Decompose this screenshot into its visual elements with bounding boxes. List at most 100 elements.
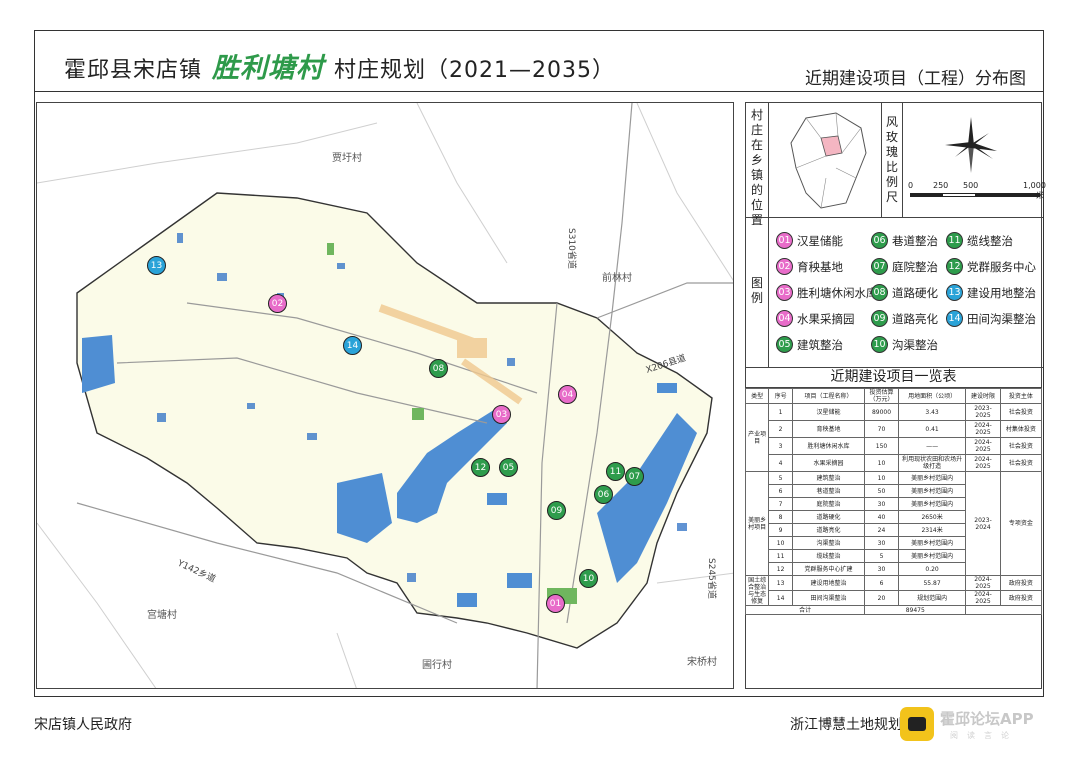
marker-02[interactable]: 02 xyxy=(268,294,287,313)
legend-label: 胜利塘休闲水库 xyxy=(797,285,878,300)
legend-item-03: 03 胜利塘休闲水库 xyxy=(776,284,878,301)
marker-01[interactable]: 01 xyxy=(546,594,565,613)
legend-badge: 07 xyxy=(871,258,888,275)
title-prefix: 霍邱县宋店镇 xyxy=(64,58,203,83)
legend-badge: 11 xyxy=(946,232,963,249)
location-label: 村庄在乡镇的位置 xyxy=(750,108,763,227)
marker-09[interactable]: 09 xyxy=(547,501,566,520)
marker-10[interactable]: 10 xyxy=(579,569,598,588)
legend-badge: 04 xyxy=(776,310,793,327)
legend-badge: 10 xyxy=(871,336,888,353)
legend-badge: 02 xyxy=(776,258,793,275)
marker-08[interactable]: 08 xyxy=(429,359,448,378)
legend-item-06: 06 巷道整治 xyxy=(871,232,938,249)
marker-05[interactable]: 05 xyxy=(499,458,518,477)
legend-item-07: 07 庭院整治 xyxy=(871,258,938,275)
legend-badge: 14 xyxy=(946,310,963,327)
legend-badge: 03 xyxy=(776,284,793,301)
footer-issuer: 宋店镇人民政府 xyxy=(34,717,132,733)
app-logo-icon[interactable] xyxy=(900,707,934,741)
legend-label: 道路亮化 xyxy=(892,311,938,326)
table-header: 建设时限 xyxy=(965,388,1001,404)
legend-badge: 05 xyxy=(776,336,793,353)
legend-item-14: 14 田间沟渠整治 xyxy=(946,310,1036,327)
map-subtitle: 近期建设项目（工程）分布图 xyxy=(805,69,1026,89)
legend-label: 道路硬化 xyxy=(892,285,938,300)
road-s310: S310省道 xyxy=(566,228,578,269)
legend-item-13: 13 建设用地整治 xyxy=(946,284,1036,301)
table-title: 近期建设项目一览表 xyxy=(745,366,1042,388)
table-header: 项目（工程名称） xyxy=(791,388,866,404)
legend-label: 田间沟渠整治 xyxy=(967,311,1036,326)
watermark-app-name: 霍邱论坛APP xyxy=(940,710,1034,728)
legend-title: 图例 xyxy=(750,276,763,305)
legend-label: 缆线整治 xyxy=(967,233,1013,248)
road-s245: S245省道 xyxy=(706,558,718,599)
legend-item-08: 08 道路硬化 xyxy=(871,284,938,301)
wind-scale-label: 风玫瑰比例尺 xyxy=(885,115,898,204)
table-header: 用地面积（公顷） xyxy=(897,388,967,404)
table-row: 3 胜利塘休闲水库 150 —— 2024-2025 社会投资 xyxy=(746,437,1043,455)
legend-label: 沟渠整治 xyxy=(892,337,938,352)
legend-label: 巷道整治 xyxy=(892,233,938,248)
legend-row: 图例 01 汉星储能 02 育秧基地 03 胜利塘休闲水库 04 水果采摘园 05 建筑整治 06 巷… xyxy=(746,218,1043,368)
marker-03[interactable]: 03 xyxy=(492,405,511,424)
legend-item-05: 05 建筑整治 xyxy=(776,336,843,353)
title-bar: 霍邱县宋店镇 胜利塘村 村庄规划（2021—2035） 近期建设项目（工程）分布图 xyxy=(34,30,1044,92)
marker-13[interactable]: 13 xyxy=(147,256,166,275)
table-row: 14 田间沟渠整治 20 规划范围内 2024-2025 政府投资 xyxy=(746,590,1043,606)
legend-item-01: 01 汉星储能 xyxy=(776,232,843,249)
wind-rose-icon xyxy=(945,117,997,173)
legend-label: 水果采摘园 xyxy=(797,311,855,326)
legend-badge: 13 xyxy=(946,284,963,301)
legend-label: 建设用地整治 xyxy=(967,285,1036,300)
legend-badge: 01 xyxy=(776,232,793,249)
page-title: 霍邱县宋店镇 胜利塘村 村庄规划（2021—2035） xyxy=(64,46,615,85)
table-header: 序号 xyxy=(768,388,793,404)
table-row: 2 育秧基地 70 0.41 2024-2025 村集体投资 xyxy=(746,420,1043,438)
legend-item-11: 11 缆线整治 xyxy=(946,232,1013,249)
map-canvas: 贾圩村 前林村 宫塘村 圃行村 宋桥村 S310省道 X206县道 Y142乡道… xyxy=(37,103,733,688)
table-row: 美丽乡村项目 5 建筑整治 10 美丽乡村范围内 2023-2024 专项资金 xyxy=(744,471,1043,576)
place-gongtang: 宫塘村 xyxy=(147,608,177,621)
title-suffix: 村庄规划（2021—2035） xyxy=(334,58,615,83)
legend-badge: 08 xyxy=(871,284,888,301)
marker-07[interactable]: 07 xyxy=(625,467,644,486)
marker-06[interactable]: 06 xyxy=(594,485,613,504)
watermark-app-sub: 阅读言论 xyxy=(950,731,1018,740)
project-table: 类型 序号 项目（工程名称） 投资估算（万元） 用地面积（公顷） 建设时限 投资主体 产业项目… xyxy=(744,388,1043,615)
legend-item-12: 12 党群服务中心 xyxy=(946,258,1036,275)
table-row: 4 水果采摘园 10 利用现状农田和农场升级打造 2024-2025 社会投资 xyxy=(746,454,1043,472)
legend-item-02: 02 育秧基地 xyxy=(776,258,843,275)
legend-badge: 06 xyxy=(871,232,888,249)
title-village: 胜利塘村 xyxy=(212,53,325,84)
place-songqiao: 宋桥村 xyxy=(687,655,717,668)
place-qianlin: 前林村 xyxy=(602,271,632,284)
table-row: 国土综合整治与生态修复 13 建设用地整治 6 55.87 2024-2025 政府投资 xyxy=(744,575,1043,606)
table-total-row: 合计 89475 xyxy=(744,605,1042,615)
table-header: 投资主体 xyxy=(999,388,1043,404)
table-header: 类型 xyxy=(744,388,770,404)
township-minimap xyxy=(790,112,867,209)
marker-12[interactable]: 12 xyxy=(471,458,490,477)
marker-04[interactable]: 04 xyxy=(558,385,577,404)
marker-11[interactable]: 11 xyxy=(606,462,625,481)
place-jiayu: 贾圩村 xyxy=(332,151,362,164)
location-row: 村庄在乡镇的位置 风玫瑰比例尺 0 250 500 1,000 米 xyxy=(746,103,1046,227)
legend-item-10: 10 沟渠整治 xyxy=(871,336,938,353)
table-row: 产业项目 1 汉星储能 89000 3.43 2023-2025 社会投资 xyxy=(744,403,1043,472)
marker-14[interactable]: 14 xyxy=(343,336,362,355)
legend-item-04: 04 水果采摘园 xyxy=(776,310,855,327)
map-area: 贾圩村 前林村 宫塘村 圃行村 宋桥村 S310省道 X206县道 Y142乡道… xyxy=(36,102,734,689)
legend-item-09: 09 道路亮化 xyxy=(871,310,938,327)
footer-planner: 浙江博慧土地规划 xyxy=(790,717,902,733)
legend-label: 党群服务中心 xyxy=(967,259,1036,274)
place-puxing: 圃行村 xyxy=(422,658,452,671)
legend-label: 汉星储能 xyxy=(797,233,843,248)
legend-badge: 12 xyxy=(946,258,963,275)
legend-label: 建筑整治 xyxy=(797,337,843,352)
legend-label: 育秧基地 xyxy=(797,259,843,274)
table-header: 投资估算（万元） xyxy=(864,388,899,404)
legend-badge: 09 xyxy=(871,310,888,327)
legend-label: 庭院整治 xyxy=(892,259,938,274)
